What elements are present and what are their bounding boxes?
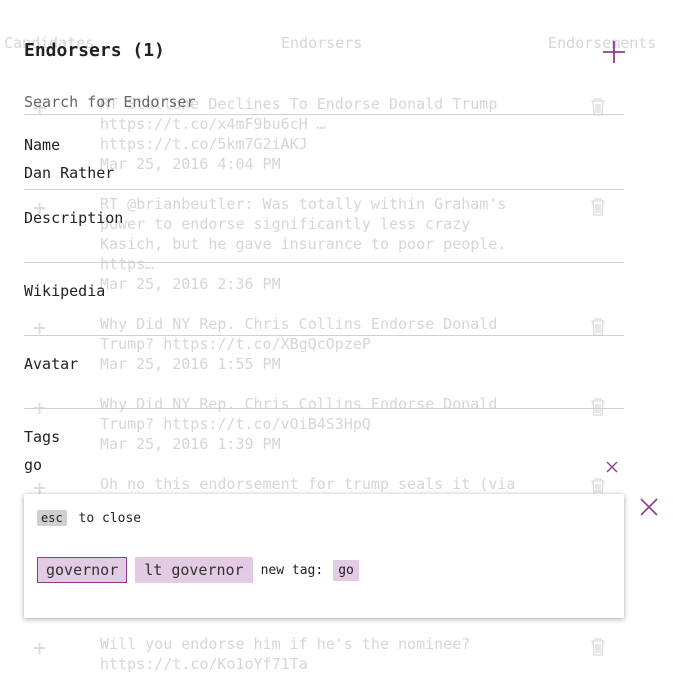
name-label: Name xyxy=(24,136,61,154)
wikipedia-label: Wikipedia xyxy=(24,282,106,300)
close-icon xyxy=(640,498,658,516)
divider xyxy=(24,189,624,190)
page-title: Endorsers (1) xyxy=(24,40,165,61)
name-field[interactable]: Dan Rather xyxy=(24,164,114,182)
tags-label: Tags xyxy=(24,428,61,446)
description-field[interactable] xyxy=(24,237,624,261)
new-tag-label: new tag: xyxy=(260,562,324,578)
new-tag-chip[interactable]: go xyxy=(333,559,359,581)
search-input[interactable] xyxy=(24,90,624,115)
avatar-field[interactable] xyxy=(24,383,624,407)
esc-hint: esc to close xyxy=(37,510,141,526)
add-endorser-button[interactable] xyxy=(600,38,628,66)
description-label: Description xyxy=(24,209,124,227)
avatar-label: Avatar xyxy=(24,355,79,373)
esc-key: esc xyxy=(37,510,67,526)
tag-option-lt-governor[interactable]: lt governor xyxy=(135,557,253,583)
wikipedia-field[interactable] xyxy=(24,310,624,334)
clear-tag-button[interactable] xyxy=(605,459,619,473)
esc-hint-text: to close xyxy=(78,511,142,526)
tag-dropdown: esc to close governor lt governor new ta… xyxy=(24,494,624,618)
close-button[interactable] xyxy=(638,496,660,518)
divider xyxy=(24,335,624,336)
tag-option-governor[interactable]: governor xyxy=(37,557,128,583)
divider xyxy=(24,408,624,409)
plus-icon xyxy=(603,41,625,63)
tags-input[interactable]: go xyxy=(24,456,42,474)
close-icon xyxy=(606,461,618,473)
endorser-form: Endorsers (1) Name Dan Rather Descriptio… xyxy=(0,0,673,664)
tag-options: governor lt governor new tag: go xyxy=(37,557,359,583)
divider xyxy=(24,262,624,263)
